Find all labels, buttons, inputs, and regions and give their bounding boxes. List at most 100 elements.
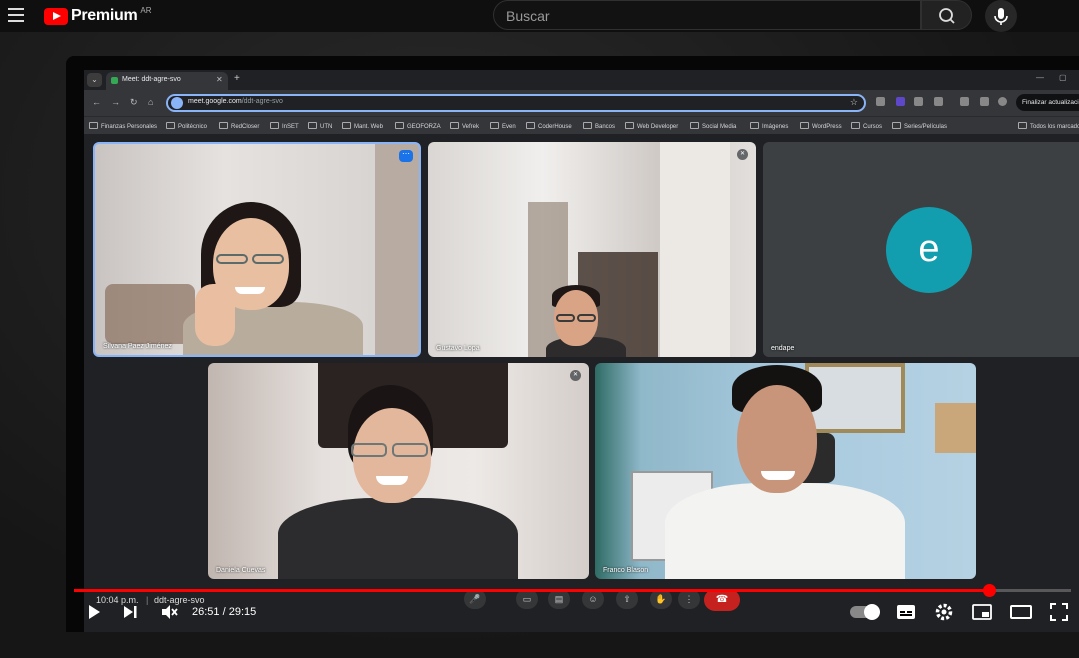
home-icon: ⌂: [148, 97, 154, 107]
bookmark-item: Even: [490, 122, 516, 130]
youtube-logo[interactable]: Premium AR: [44, 5, 152, 27]
participant-video: [595, 363, 976, 579]
settings-gear-icon[interactable]: [934, 602, 954, 622]
participant-tile[interactable]: ✕ Daniela Cuevas: [208, 363, 589, 579]
youtube-watch-page: Premium AR Buscar ⌄ Meet: ddt-agre-svo ✕…: [0, 0, 1079, 658]
maximize-icon: ▢: [1059, 73, 1067, 82]
subtitles-icon[interactable]: [896, 603, 916, 621]
current-time: 26:51: [192, 606, 220, 618]
bookmark-item: UTN: [308, 122, 332, 130]
bookmark-star-icon: ☆: [849, 97, 858, 107]
download-icon: [980, 97, 989, 106]
meet-present-button: ⇧: [616, 589, 638, 609]
participant-video: [428, 142, 756, 357]
tab-close-icon: ✕: [216, 75, 223, 84]
participant-name: Daniela Cuevas: [216, 567, 266, 574]
autoplay-play-icon: [864, 604, 880, 620]
extension-icon: [876, 97, 885, 106]
url-path: /ddt-agre-svo: [241, 98, 283, 105]
meet-favicon-icon: [111, 77, 118, 84]
bookmark-item: InSET: [270, 122, 299, 130]
participant-name: Gustavo Lopa: [436, 345, 480, 352]
extensions-puzzle-icon: [934, 97, 943, 106]
muted-mic-icon: ✕: [737, 149, 748, 160]
participant-tile[interactable]: e endape: [763, 142, 1079, 357]
participant-tile[interactable]: ⋯ Silvana Paez Jiménez: [93, 142, 421, 357]
participant-video: [208, 363, 589, 579]
progress-bar[interactable]: [74, 584, 1071, 597]
extension-icon: [914, 97, 923, 106]
update-browser-button: Finalizar actualización: [1016, 94, 1079, 111]
bookmark-item: WordPress: [800, 122, 842, 130]
meet-hangup-button: ☎: [704, 589, 740, 611]
bookmark-item: CoderHouse: [526, 122, 572, 130]
meet-mic-button: 🎤: [464, 589, 486, 609]
participant-name: endape: [771, 345, 795, 352]
autoplay-toggle[interactable]: [850, 604, 880, 620]
time-separator: /: [219, 606, 229, 618]
youtube-play-logo-icon: [44, 7, 68, 25]
new-tab-icon: +: [234, 73, 240, 84]
bookmark-item: Imágenes: [750, 122, 788, 130]
bookmarks-bar: Finanzas Personales Politécnico RedClose…: [84, 116, 1079, 134]
meet-more-button: ⋮: [678, 589, 700, 609]
bookmark-item: RedCloser: [219, 122, 259, 130]
browser-address-row: ← → ↻ ⌂ meet.google.com/ddt-agre-svo ☆ F…: [84, 90, 1079, 116]
url-host: meet.google.com: [188, 98, 242, 105]
bookmark-item: Politécnico: [166, 122, 207, 130]
back-icon: ←: [92, 97, 101, 107]
miniplayer-icon[interactable]: [972, 603, 992, 621]
participant-tile[interactable]: ✕ Gustavo Lopa: [428, 142, 756, 357]
search-button[interactable]: [921, 0, 972, 30]
bookmark-item: Finanzas Personales: [89, 122, 157, 130]
recorded-browser-window: ⌄ Meet: ddt-agre-svo ✕ + — ▢ ← → ↻ ⌂ mee…: [84, 70, 1079, 136]
participant-name: Silvana Paez Jiménez: [103, 343, 172, 350]
meet-captions-button: ▤: [548, 589, 570, 609]
address-bar: meet.google.com/ddt-agre-svo ☆: [166, 94, 866, 112]
bookmark-item: Series/Películas: [892, 122, 947, 130]
minimize-icon: —: [1036, 73, 1044, 82]
more-options-icon[interactable]: ⋯: [399, 150, 413, 162]
theater-mode-icon[interactable]: [1010, 603, 1032, 621]
microphone-icon: [994, 8, 1008, 25]
total-time: 29:15: [228, 606, 257, 618]
logo-brand-text: Premium: [71, 7, 138, 24]
bookmark-item: Todos los marcadores: [1018, 122, 1079, 130]
search-icon: [939, 8, 955, 24]
progress-played: [74, 589, 990, 592]
bookmark-item: Bancos: [583, 122, 615, 130]
participant-name: Franco Blason: [603, 567, 649, 574]
search-input[interactable]: Buscar: [506, 8, 550, 24]
play-icon[interactable]: [86, 604, 102, 620]
search-box[interactable]: Buscar: [493, 0, 921, 30]
youtube-header: Premium AR Buscar: [0, 0, 1079, 32]
participant-avatar: e: [886, 207, 972, 293]
profile-avatar-icon: [998, 97, 1007, 106]
bookmark-item: Vefrek: [450, 122, 479, 130]
extension-badge-icon: [896, 97, 905, 106]
participant-tile[interactable]: Franco Blason: [595, 363, 976, 579]
video-player[interactable]: ⌄ Meet: ddt-agre-svo ✕ + — ▢ ← → ↻ ⌂ mee…: [66, 56, 1079, 632]
bookmark-item: Mant. Web: [342, 122, 383, 130]
url-text: meet.google.com/ddt-agre-svo: [188, 98, 283, 105]
logo-region: AR: [140, 5, 152, 15]
forward-icon: →: [111, 97, 120, 107]
meet-camera-button: ▭: [516, 589, 538, 609]
fullscreen-icon[interactable]: [1049, 602, 1069, 622]
bookmark-item: Web Developer: [625, 122, 678, 130]
muted-mic-icon: ✕: [570, 370, 581, 381]
bookmark-item: Cursos: [851, 122, 882, 130]
site-info-icon: [171, 97, 183, 109]
meet-call-grid: ⋯ Silvana Paez Jiménez ✕ Gustavo Lopa e …: [84, 136, 1079, 632]
bookmark-item: GEOFORZA: [395, 122, 441, 130]
meet-raise-hand-button: ✋: [650, 589, 672, 609]
voice-search-button[interactable]: [985, 0, 1017, 32]
hamburger-menu-icon[interactable]: [8, 8, 24, 22]
browser-tab-strip: ⌄ Meet: ddt-agre-svo ✕ + — ▢: [84, 70, 1079, 90]
time-display: 26:51 / 29:15: [192, 606, 256, 618]
translate-icon: [960, 97, 969, 106]
next-icon[interactable]: [122, 604, 138, 620]
tab-title: Meet: ddt-agre-svo: [122, 76, 181, 83]
footer-separator: |: [146, 595, 149, 605]
muted-volume-icon[interactable]: [160, 603, 178, 621]
